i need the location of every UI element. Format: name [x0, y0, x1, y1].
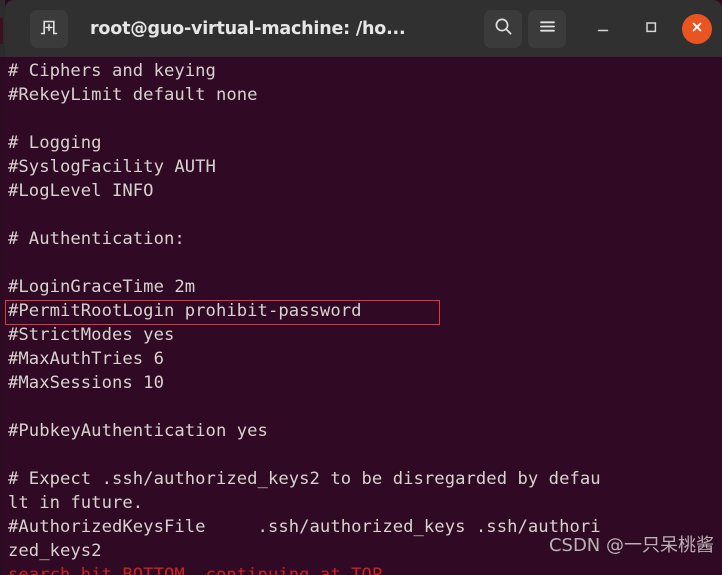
maximize-icon: [643, 19, 659, 39]
window-titlebar: root@guo-virtual-machine: /ho...: [5, 0, 722, 57]
terminal-line: #LoginGraceTime 2m: [8, 277, 196, 297]
search-icon: [493, 16, 514, 41]
terminal-text-lines: # Ciphers and keying #RekeyLimit default …: [8, 59, 722, 575]
minimize-icon: [595, 19, 611, 39]
background-window-accent: [0, 18, 3, 44]
terminal-line: #PubkeyAuthentication yes: [8, 421, 268, 441]
close-icon: [689, 19, 705, 39]
minimize-button[interactable]: [586, 12, 620, 46]
hamburger-menu-icon: [537, 16, 558, 41]
terminal-line: # Authentication:: [8, 229, 185, 249]
terminal-line: #LogLevel INFO: [8, 181, 154, 201]
search-button[interactable]: [484, 9, 522, 48]
csdn-watermark: CSDN @一只呆桃酱: [548, 535, 714, 556]
terminal-line: # Expect .ssh/authorized_keys2 to be dis…: [8, 469, 601, 489]
terminal-line: #MaxSessions 10: [8, 373, 164, 393]
terminal-line: # Logging: [8, 133, 102, 153]
new-tab-icon: [39, 17, 59, 41]
terminal-line: lt in future.: [8, 493, 144, 513]
terminal-line: #MaxAuthTries 6: [8, 349, 164, 369]
terminal-line: #RekeyLimit default none: [8, 85, 258, 105]
terminal-line: #PermitRootLogin prohibit-password: [8, 301, 362, 321]
terminal-line: #StrictModes yes: [8, 325, 175, 345]
maximize-button[interactable]: [634, 12, 668, 46]
terminal-status-line: search hit BOTTOM, continuing at TOP: [8, 565, 383, 575]
terminal-content-area[interactable]: # Ciphers and keying #RekeyLimit default …: [5, 57, 722, 575]
window-title: root@guo-virtual-machine: /ho...: [90, 18, 406, 39]
terminal-line: # Ciphers and keying: [8, 61, 216, 81]
close-button[interactable]: [682, 13, 712, 44]
new-tab-button[interactable]: [30, 9, 68, 48]
terminal-line: #SyslogFacility AUTH: [8, 157, 216, 177]
terminal-window-screenshot: root@guo-virtual-machine: /ho... # Ciphe…: [0, 0, 722, 575]
menu-button[interactable]: [528, 9, 566, 48]
